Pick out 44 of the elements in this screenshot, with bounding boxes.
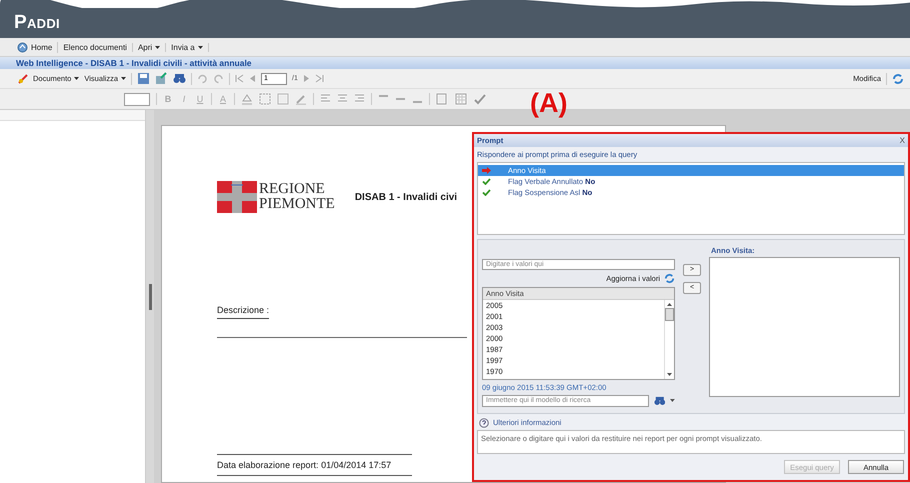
refresh-icon[interactable] [892, 72, 904, 84]
next-page-icon[interactable] [302, 74, 310, 83]
menu-item[interactable]: Apri [132, 42, 166, 52]
caret-icon [74, 77, 80, 80]
grid-icon[interactable] [455, 93, 468, 105]
description-label: Descrizione : [217, 305, 270, 319]
app-logo: PADDI [14, 12, 60, 34]
splitter-handle[interactable] [148, 284, 152, 310]
caret-icon[interactable] [670, 399, 675, 402]
caret-icon [198, 46, 203, 48]
menu-item[interactable]: Home [12, 42, 58, 52]
refresh-icon[interactable] [664, 273, 675, 284]
pen-icon[interactable] [295, 93, 307, 105]
scroll-thumb[interactable] [665, 308, 674, 322]
help-icon[interactable] [479, 418, 489, 428]
region-logo: REGIONE PIEMONTE [217, 181, 335, 213]
border-icon[interactable] [259, 93, 271, 105]
scroll-down-icon[interactable] [667, 372, 672, 376]
check-icon[interactable] [474, 93, 486, 105]
report-title: DISAB 1 - Invalidi civi [354, 192, 458, 202]
scrollbar[interactable] [664, 300, 674, 379]
caret-icon [121, 77, 126, 80]
document-title: Web Intelligence - DISAB 1 - Invalidi civili - attività annuale [16, 58, 252, 68]
font-size-field[interactable] [124, 92, 150, 106]
first-page-icon[interactable] [235, 74, 244, 83]
search-icon[interactable] [173, 72, 186, 85]
report-date: Data elaborazione report: 01/04/2014 17:57 [217, 459, 392, 472]
search-icon[interactable] [654, 395, 666, 406]
align-left-icon[interactable] [320, 94, 331, 104]
menu-item[interactable]: Elenco documenti [58, 42, 133, 52]
menu-item[interactable]: Invia a [166, 42, 209, 52]
fill-color-icon[interactable] [241, 93, 253, 105]
undo-icon[interactable] [197, 73, 208, 84]
close-button[interactable]: X [900, 136, 905, 146]
last-page-icon[interactable] [314, 74, 324, 83]
home-icon [17, 42, 28, 52]
previous-page-icon[interactable] [249, 74, 256, 83]
align-center-icon[interactable] [337, 94, 348, 104]
callout-label: (A) [530, 88, 568, 119]
redo-icon[interactable] [213, 73, 224, 84]
caret-icon [155, 46, 160, 48]
align-right-icon[interactable] [354, 94, 365, 104]
arrow-icon [482, 167, 491, 174]
save-icon[interactable] [137, 72, 150, 85]
